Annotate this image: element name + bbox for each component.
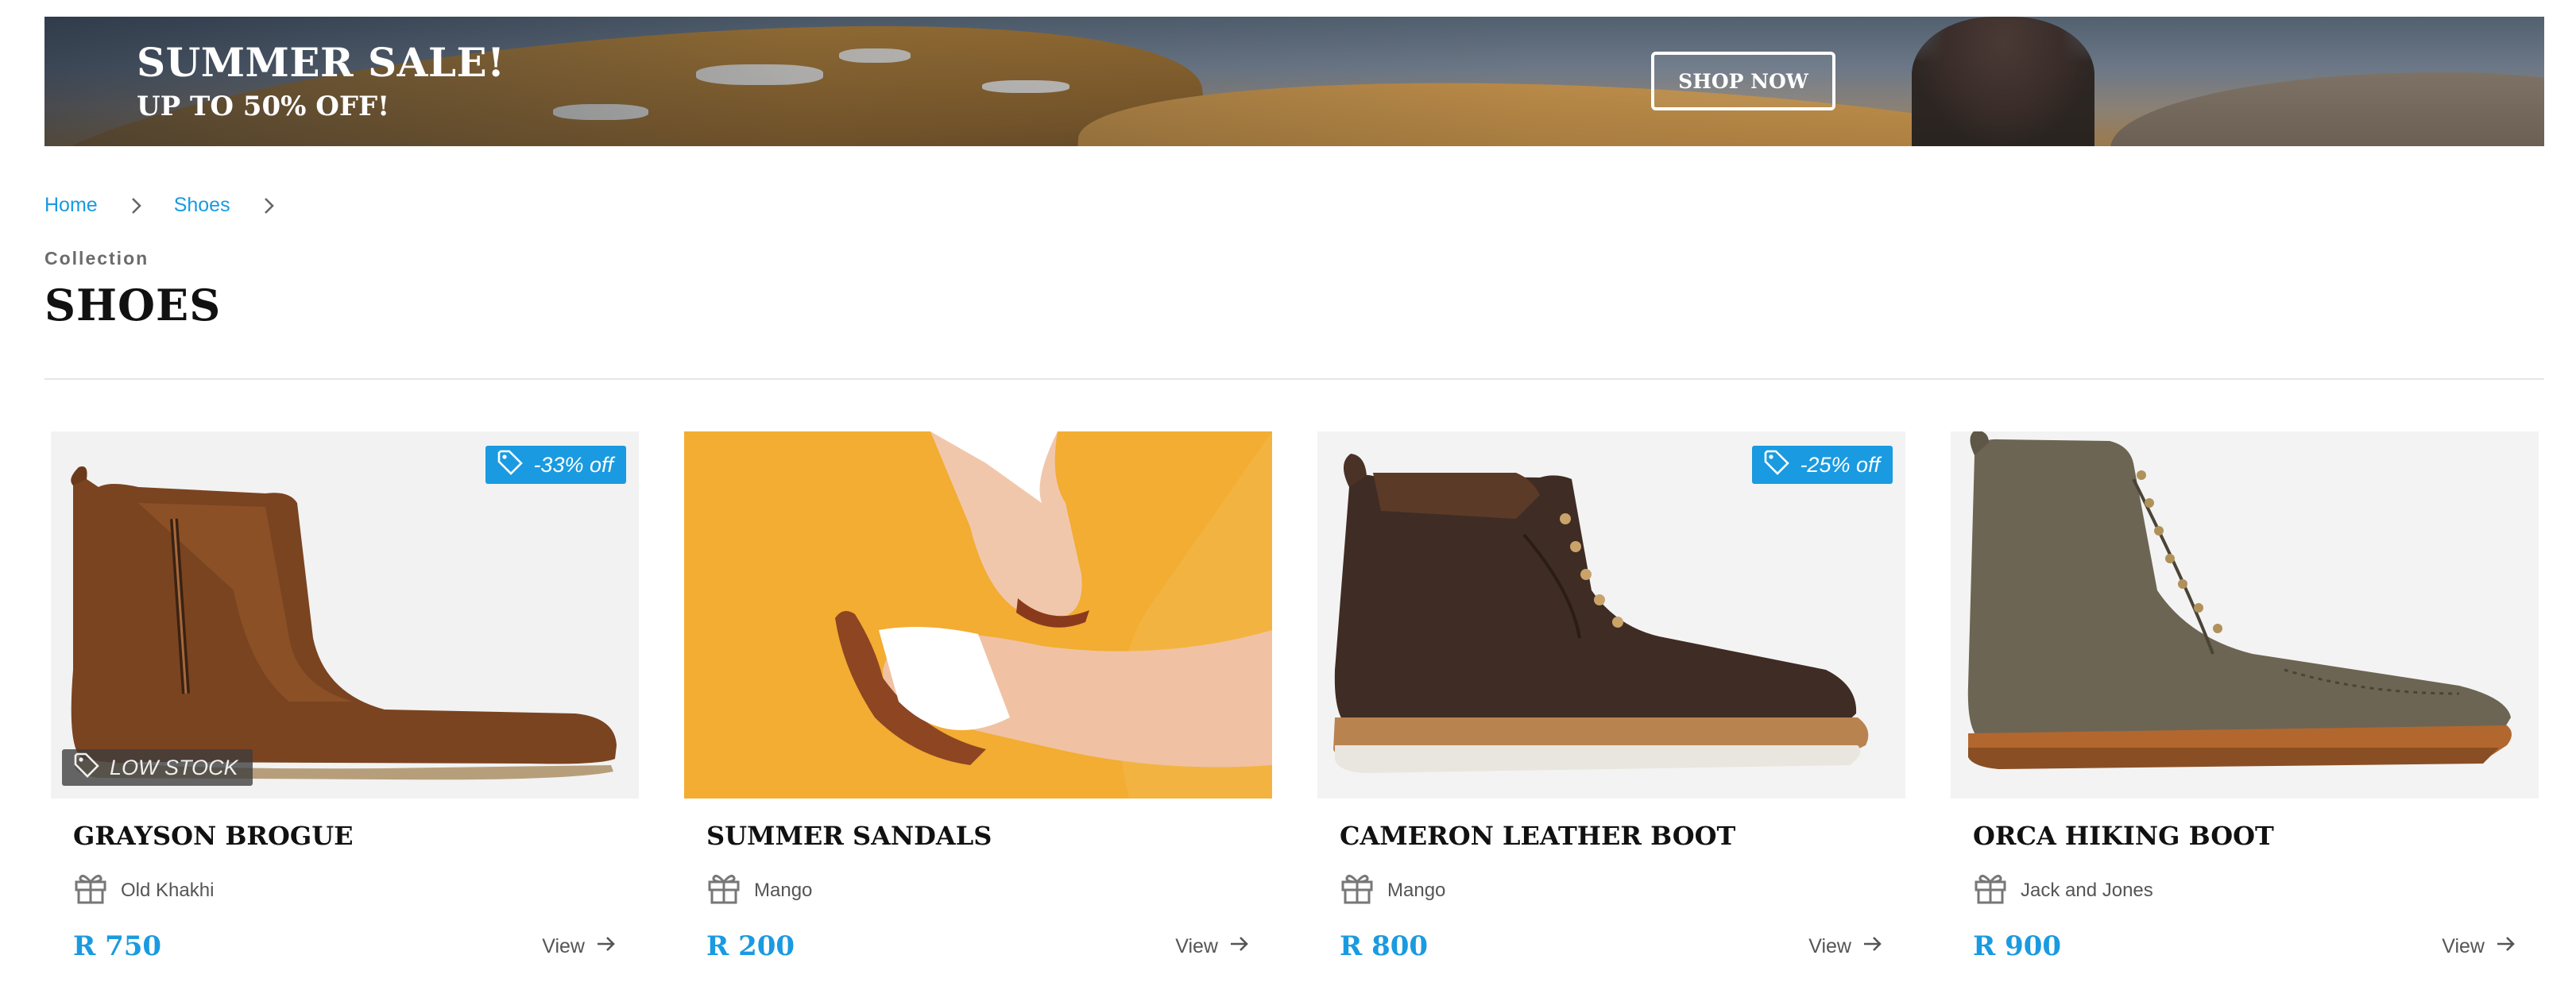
breadcrumb-shoes[interactable]: Shoes [174, 194, 230, 217]
gift-icon [1340, 871, 1375, 910]
breadcrumb-home[interactable]: Home [44, 194, 98, 217]
divider [44, 378, 2544, 380]
product-name[interactable]: CAMERON LEATHER BOOT [1340, 821, 1735, 851]
product-image[interactable]: -33% off LOW STOCK [51, 431, 639, 799]
view-link[interactable]: View [542, 934, 617, 959]
view-label: View [2442, 935, 2485, 957]
view-label: View [542, 935, 585, 957]
product-card[interactable]: -33% off LOW STOCK GRAYSON BROGUE Old Kh… [51, 431, 639, 972]
product-brand: Mango [706, 871, 812, 910]
brand-name: Old Khakhi [121, 879, 215, 901]
banner-subtitle: UP TO 50% OFF! [137, 91, 390, 122]
product-name[interactable]: ORCA HIKING BOOT [1973, 821, 2274, 851]
view-link[interactable]: View [1175, 934, 1250, 959]
product-price: R 800 [1340, 930, 1429, 962]
collection-label: Collection [44, 248, 149, 269]
tag-icon [73, 752, 100, 784]
arrow-right-icon [1862, 934, 1883, 959]
stock-text: LOW STOCK [110, 755, 238, 779]
tag-icon [497, 449, 524, 481]
product-brand: Old Khakhi [73, 871, 214, 910]
arrow-right-icon [2496, 934, 2516, 959]
view-label: View [1175, 935, 1218, 957]
arrow-right-icon [596, 934, 617, 959]
shop-now-button[interactable]: SHOP NOW [1651, 52, 1835, 110]
promo-banner: SUMMER SALE! UP TO 50% OFF! SHOP NOW [44, 17, 2544, 146]
arrow-right-icon [1229, 934, 1250, 959]
discount-text: -25% off [1800, 452, 1880, 477]
product-price: R 200 [706, 930, 795, 962]
product-brand: Mango [1340, 871, 1445, 910]
product-brand: Jack and Jones [1973, 871, 2153, 910]
product-name[interactable]: SUMMER SANDALS [706, 821, 992, 851]
view-link[interactable]: View [1808, 934, 1883, 959]
product-image[interactable] [684, 431, 1272, 799]
product-card[interactable]: ORCA HIKING BOOT Jack and Jones R 900 Vi… [1951, 431, 2539, 972]
brand-name: Mango [1387, 879, 1446, 901]
product-card[interactable]: -25% off CAMERON LEATHER BOOT Mango R 80… [1317, 431, 1905, 972]
product-price: R 750 [73, 930, 162, 962]
low-stock-badge: LOW STOCK [62, 749, 253, 786]
chevron-right-icon [259, 196, 278, 215]
gift-icon [1973, 871, 2008, 910]
brand-name: Mango [754, 879, 813, 901]
brand-name: Jack and Jones [2021, 879, 2153, 901]
chevron-right-icon [126, 196, 145, 215]
product-name[interactable]: GRAYSON BROGUE [73, 821, 354, 851]
banner-title: SUMMER SALE! [137, 39, 505, 86]
gift-icon [706, 871, 741, 910]
product-image[interactable]: -25% off [1317, 431, 1905, 799]
gift-icon [73, 871, 108, 910]
discount-badge: -25% off [1752, 446, 1893, 484]
product-card[interactable]: SUMMER SANDALS Mango R 200 View [684, 431, 1272, 972]
product-price: R 900 [1973, 930, 2062, 962]
view-link[interactable]: View [2442, 934, 2516, 959]
page-title: SHOES [44, 280, 222, 331]
discount-badge: -33% off [485, 446, 626, 484]
view-label: View [1808, 935, 1851, 957]
product-image[interactable] [1951, 431, 2539, 799]
tag-icon [1763, 449, 1790, 481]
discount-text: -33% off [533, 452, 613, 477]
breadcrumb: Home Shoes [44, 194, 307, 217]
